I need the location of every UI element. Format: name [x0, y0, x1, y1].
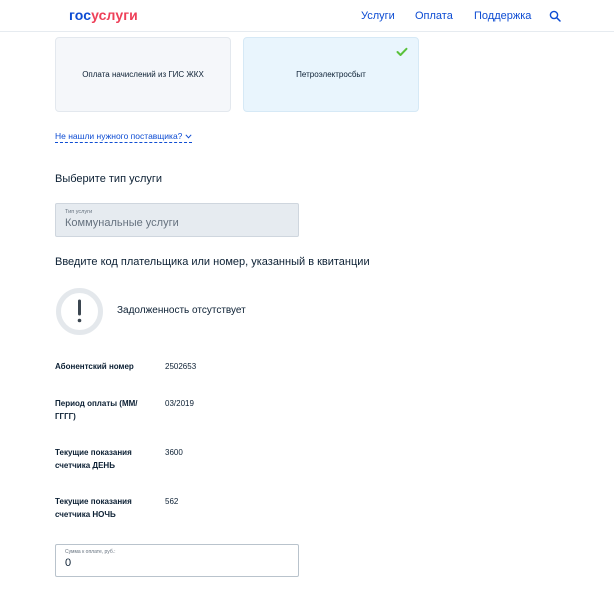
provider-card-gis-zhkh[interactable]: Оплата начислений из ГИС ЖКХ — [55, 37, 231, 112]
nav-services-link[interactable]: Услуги — [361, 10, 395, 22]
top-header: госуслуги Услуги Оплата Поддержка — [0, 0, 614, 32]
meter-day-label: Текущие показания счетчика ДЕНЬ — [55, 448, 132, 470]
meter-night-label: Текущие показания счетчика НОЧЬ — [55, 497, 132, 519]
subscriber-number-value: 2502653 — [165, 362, 197, 371]
payment-amount-label: Сумма к оплате, руб.: — [65, 549, 116, 555]
logo-part-gos: гос — [69, 7, 92, 23]
provider-not-found-label: Не нашли нужного поставщика? — [55, 131, 183, 141]
service-type-field-label: Тип услуги — [65, 209, 93, 215]
provider-card-label: Петроэлектросбыт — [296, 70, 366, 79]
payment-amount-value: 0 — [65, 557, 72, 569]
provider-card-label: Оплата начислений из ГИС ЖКХ — [82, 70, 204, 79]
payment-period-value: 03/2019 — [165, 399, 194, 408]
provider-not-found-link[interactable]: Не нашли нужного поставщика? — [55, 131, 193, 143]
service-type-value: Коммунальные услуги — [65, 217, 179, 229]
subscriber-number-label: Абонентский номер — [55, 362, 134, 371]
provider-card-petroelektrosbyt[interactable]: Петроэлектросбыт — [243, 37, 419, 112]
payment-period-label: Период оплаты (ММ/ГГГГ) — [55, 399, 138, 421]
nav-support-link[interactable]: Поддержка — [474, 10, 531, 22]
logo-part-uslugi: услуги — [91, 7, 138, 23]
gosuslugi-logo[interactable]: госуслуги — [69, 7, 138, 23]
service-type-select[interactable]: Тип услуги Коммунальные услуги — [55, 203, 299, 237]
search-icon[interactable] — [549, 10, 561, 22]
exclamation-circle-icon — [56, 288, 103, 335]
debt-status-text: Задолженность отсутствует — [117, 305, 246, 316]
payer-code-title: Введите код плательщика или номер, указа… — [55, 256, 370, 268]
service-type-title: Выберите тип услуги — [55, 173, 163, 185]
checkmark-icon — [396, 47, 408, 56]
chevron-down-icon — [185, 134, 192, 139]
payment-amount-input[interactable]: Сумма к оплате, руб.: 0 — [55, 544, 299, 577]
meter-day-value: 3600 — [165, 448, 183, 457]
meter-night-value: 562 — [165, 497, 179, 506]
nav-payment-link[interactable]: Оплата — [415, 10, 453, 22]
